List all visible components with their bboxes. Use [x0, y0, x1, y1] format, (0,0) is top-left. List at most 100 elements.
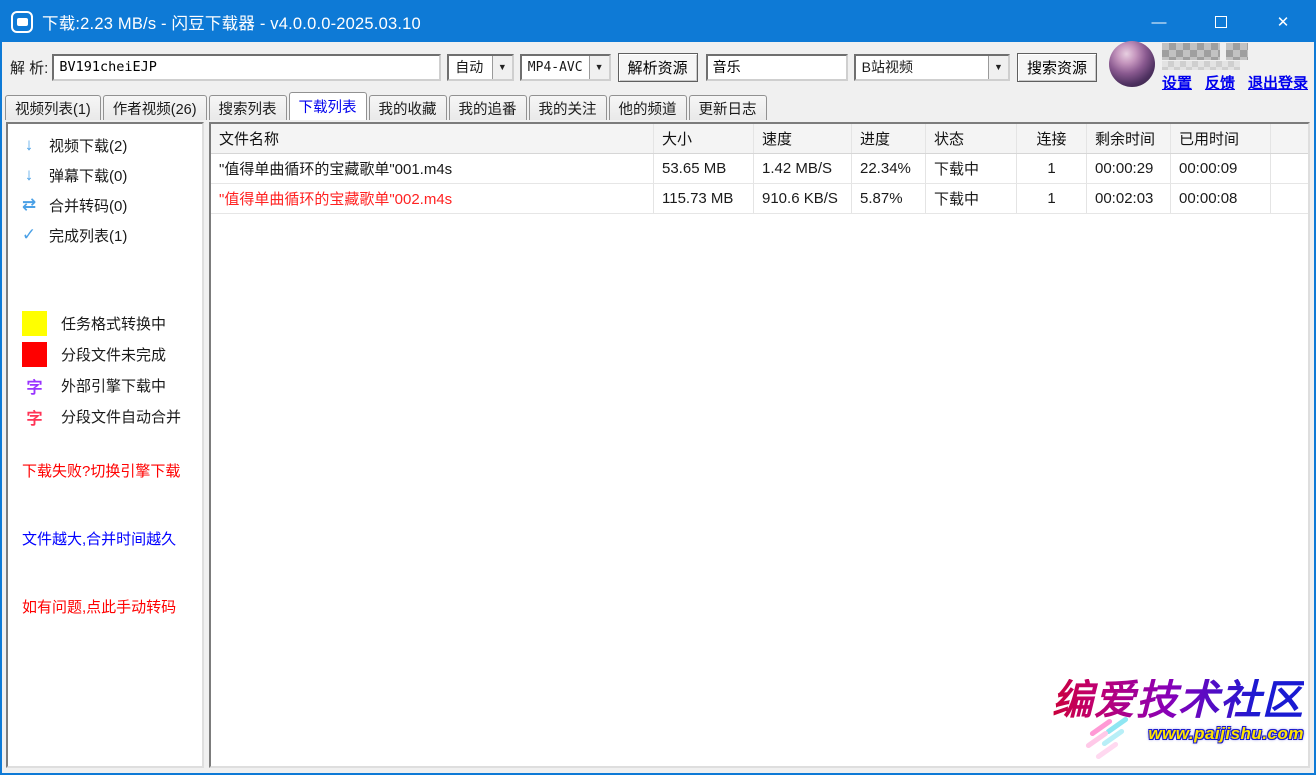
tab-my-favorites[interactable]: 我的收藏 [369, 95, 447, 120]
title-bar: 下载:2.23 MB/s - 闪豆下载器 - v4.0.0.0-2025.03.… [2, 2, 1314, 42]
toolbar: 解 析: 自动 ▼ MP4-AVC ▼ 解析资源 B站视频 ▼ 搜索资源 设置 [2, 42, 1314, 92]
cell-elapsed: 00:00:09 [1171, 154, 1271, 183]
source-select[interactable]: B站视频 ▼ [854, 54, 1010, 81]
legend-label: 分段文件自动合并 [61, 406, 181, 427]
col-remaining: 剩余时间 [1087, 124, 1171, 153]
tab-download-list[interactable]: 下载列表 [289, 92, 367, 120]
sidebar-item-completed-list[interactable]: ✓ 完成列表(1) [8, 220, 202, 250]
legend-segment-incomplete: 分段文件未完成 [8, 339, 202, 370]
app-window: 下载:2.23 MB/s - 闪豆下载器 - v4.0.0.0-2025.03.… [0, 0, 1316, 775]
legend-label: 任务格式转换中 [61, 313, 166, 334]
cell-speed: 910.6 KB/S [754, 184, 852, 213]
download-table: 文件名称 大小 速度 进度 状态 连接 剩余时间 已用时间 "值得单曲循环的宝藏… [211, 124, 1308, 214]
quality-select[interactable]: 自动 ▼ [447, 54, 514, 81]
note-merge-time: 文件越大,合并时间越久 [8, 528, 202, 549]
cell-status: 下载中 [926, 184, 1017, 213]
settings-link[interactable]: 设置 [1162, 72, 1192, 93]
cell-elapsed: 00:00:08 [1171, 184, 1271, 213]
legend-converting: 任务格式转换中 [8, 308, 202, 339]
chevron-down-icon: ▼ [498, 62, 507, 72]
tab-video-list[interactable]: 视频列表(1) [5, 95, 101, 120]
cell-size: 53.65 MB [654, 154, 754, 183]
pink-char-icon: 字 [22, 405, 47, 429]
table-row[interactable]: "值得单曲循环的宝藏歌单"001.m4s 53.65 MB 1.42 MB/S … [211, 154, 1308, 184]
source-select-button[interactable]: ▼ [988, 56, 1008, 79]
tab-update-log[interactable]: 更新日志 [689, 95, 767, 120]
close-button[interactable]: ✕ [1252, 2, 1314, 42]
parse-url-input[interactable] [52, 54, 441, 81]
legend-external-engine: 字 外部引擎下载中 [8, 370, 202, 401]
sidebar-item-video-download[interactable]: ↓ 视频下载(2) [8, 130, 202, 160]
sidebar-item-label: 完成列表(1) [49, 225, 127, 246]
purple-char-icon: 字 [22, 374, 47, 398]
cell-speed: 1.42 MB/S [754, 154, 852, 183]
cell-filename: "值得单曲循环的宝藏歌单"002.m4s [211, 184, 654, 213]
minimize-button[interactable]: — [1128, 2, 1190, 42]
search-keyword-input[interactable] [706, 54, 848, 81]
tab-search-list[interactable]: 搜索列表 [209, 95, 287, 120]
cell-connections: 1 [1017, 184, 1087, 213]
cell-size: 115.73 MB [654, 184, 754, 213]
col-progress: 进度 [852, 124, 926, 153]
download-arrow-icon: ↓ [20, 135, 38, 155]
account-links: 设置 反馈 退出登录 [1162, 72, 1308, 93]
sidebar-item-label: 合并转码(0) [49, 195, 127, 216]
table-row[interactable]: "值得单曲循环的宝藏歌单"002.m4s 115.73 MB 910.6 KB/… [211, 184, 1308, 214]
tab-his-channel[interactable]: 他的频道 [609, 95, 687, 120]
col-status: 状态 [926, 124, 1017, 153]
note-switch-engine[interactable]: 下载失败?切换引擎下载 [8, 460, 202, 481]
cell-connections: 1 [1017, 154, 1087, 183]
maximize-button[interactable] [1190, 2, 1252, 42]
legend-label: 外部引擎下载中 [61, 375, 166, 396]
check-icon: ✓ [20, 225, 38, 245]
tab-bar: 视频列表(1) 作者视频(26) 搜索列表 下载列表 我的收藏 我的追番 我的关… [2, 92, 1314, 120]
col-connections: 连接 [1017, 124, 1087, 153]
parse-resource-button[interactable]: 解析资源 [618, 53, 698, 82]
username-censored [1162, 43, 1308, 60]
cell-remaining: 00:00:29 [1087, 154, 1171, 183]
note-manual-transcode[interactable]: 如有问题,点此手动转码 [8, 596, 202, 617]
tab-my-follows[interactable]: 我的关注 [529, 95, 607, 120]
parse-label: 解 析: [10, 57, 48, 78]
download-arrow-icon: ↓ [20, 165, 38, 185]
cell-progress: 22.34% [852, 154, 926, 183]
legend-label: 分段文件未完成 [61, 344, 166, 365]
col-elapsed: 已用时间 [1171, 124, 1271, 153]
window-title: 下载:2.23 MB/s - 闪豆下载器 - v4.0.0.0-2025.03.… [42, 10, 421, 34]
search-resource-button[interactable]: 搜索资源 [1017, 53, 1097, 82]
merge-arrows-icon: ⇄ [20, 195, 38, 215]
window-controls: — ✕ [1128, 2, 1314, 42]
format-select-value: MP4-AVC [522, 60, 589, 75]
avatar[interactable] [1109, 41, 1155, 87]
cell-filename: "值得单曲循环的宝藏歌单"001.m4s [211, 154, 654, 183]
sidebar-item-danmaku-download[interactable]: ↓ 弹幕下载(0) [8, 160, 202, 190]
cell-progress: 5.87% [852, 184, 926, 213]
feedback-link[interactable]: 反馈 [1205, 72, 1235, 93]
cell-status: 下载中 [926, 154, 1017, 183]
user-area: 设置 反馈 退出登录 [1109, 41, 1308, 93]
quality-select-value: 自动 [449, 57, 489, 77]
maximize-icon [1215, 16, 1227, 28]
logout-link[interactable]: 退出登录 [1248, 72, 1308, 93]
sidebar-item-merge-transcode[interactable]: ⇄ 合并转码(0) [8, 190, 202, 220]
status-legend: 任务格式转换中 分段文件未完成 字 外部引擎下载中 字 分段文件自动合并 [8, 308, 202, 432]
yellow-swatch [22, 311, 47, 336]
app-icon [11, 11, 33, 33]
download-table-panel: 文件名称 大小 速度 进度 状态 连接 剩余时间 已用时间 "值得单曲循环的宝藏… [209, 122, 1310, 768]
sidebar-notes: 下载失败?切换引擎下载 文件越大,合并时间越久 如有问题,点此手动转码 [8, 460, 202, 617]
cell-remaining: 00:02:03 [1087, 184, 1171, 213]
format-select[interactable]: MP4-AVC ▼ [520, 54, 611, 81]
username-censored-2 [1162, 61, 1240, 70]
quality-select-button[interactable]: ▼ [492, 56, 512, 79]
tab-my-bangumi[interactable]: 我的追番 [449, 95, 527, 120]
tab-author-videos[interactable]: 作者视频(26) [103, 95, 207, 120]
col-filler [1271, 124, 1308, 153]
sidebar: ↓ 视频下载(2) ↓ 弹幕下载(0) ⇄ 合并转码(0) ✓ 完成列表(1) … [6, 122, 204, 768]
sidebar-item-label: 视频下载(2) [49, 135, 127, 156]
chevron-down-icon: ▼ [595, 62, 604, 72]
col-filename: 文件名称 [211, 124, 654, 153]
col-size: 大小 [654, 124, 754, 153]
user-info: 设置 反馈 退出登录 [1162, 41, 1308, 93]
format-select-button[interactable]: ▼ [589, 56, 609, 79]
col-speed: 速度 [754, 124, 852, 153]
